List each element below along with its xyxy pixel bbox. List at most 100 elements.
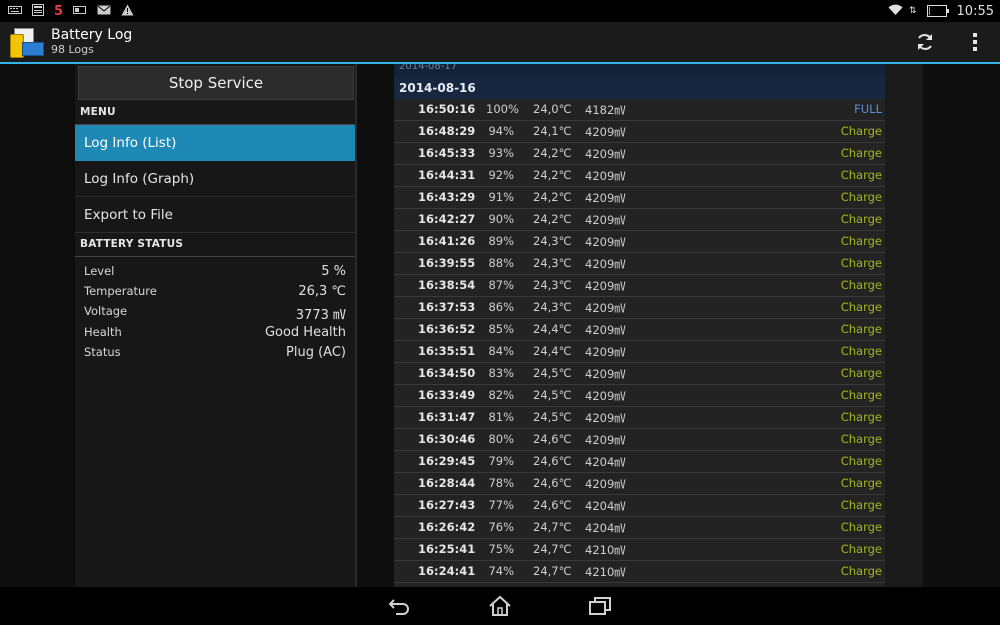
log-status: Charge — [840, 520, 882, 534]
log-row[interactable]: 16:48:29 94% 24,1℃ 4209㎷ Charge — [394, 121, 885, 143]
navigation-bar — [0, 587, 1000, 625]
log-voltage: 4209㎷ — [585, 257, 626, 271]
log-row[interactable]: 16:33:49 82% 24,5℃ 4209㎷ Charge — [394, 385, 885, 407]
log-row[interactable]: 16:45:33 93% 24,2℃ 4209㎷ Charge — [394, 143, 885, 165]
menu-header: MENU — [75, 105, 355, 125]
log-row[interactable]: 16:36:52 85% 24,4℃ 4209㎷ Charge — [394, 319, 885, 341]
recent-apps-button[interactable] — [570, 587, 630, 625]
log-row[interactable]: 16:35:51 84% 24,4℃ 4209㎷ Charge — [394, 341, 885, 363]
log-percent: 90% — [488, 212, 514, 226]
status-row-health: Health Good Health — [84, 325, 346, 345]
log-row[interactable]: 16:38:54 87% 24,3℃ 4209㎷ Charge — [394, 275, 885, 297]
log-row[interactable]: 16:29:45 79% 24,6℃ 4204㎷ Charge — [394, 451, 885, 473]
log-list[interactable]: 2014-08-17 2014-08-16 16:50:16 100% 24,0℃ 4… — [394, 64, 885, 587]
home-icon — [489, 595, 511, 616]
log-row[interactable]: 16:24:41 74% 24,7℃ 4210㎷ Charge — [394, 561, 885, 583]
log-time: 16:33:49 — [418, 388, 476, 402]
stop-service-button[interactable]: Stop Service — [78, 66, 354, 100]
log-status: Charge — [840, 190, 882, 204]
wifi-icon — [888, 4, 903, 19]
log-percent: 85% — [488, 322, 514, 336]
log-voltage: 4209㎷ — [585, 213, 626, 227]
app-title: Battery Log — [51, 27, 133, 44]
log-temperature: 24,3℃ — [533, 256, 572, 270]
log-row[interactable]: 16:42:27 90% 24,2℃ 4209㎷ Charge — [394, 209, 885, 231]
log-percent: 74% — [488, 564, 514, 578]
log-status: Charge — [840, 344, 882, 358]
log-voltage: 4210㎷ — [585, 565, 626, 579]
log-voltage: 4182㎷ — [585, 103, 626, 117]
log-status: Charge — [840, 410, 882, 424]
log-temperature: 24,4℃ — [533, 344, 572, 358]
log-status: FULL — [854, 102, 882, 116]
log-row[interactable]: 16:28:44 78% 24,6℃ 4209㎷ Charge — [394, 473, 885, 495]
log-voltage: 4210㎷ — [585, 543, 626, 557]
status-label: Health — [84, 325, 122, 339]
log-time: 16:41:26 — [418, 234, 476, 248]
log-status: Charge — [840, 322, 882, 336]
status-label: Level — [84, 264, 115, 278]
status-row-level: Level 5 % — [84, 264, 346, 284]
log-row[interactable]: 16:27:43 77% 24,6℃ 4204㎷ Charge — [394, 495, 885, 517]
log-row[interactable]: 16:25:41 75% 24,7℃ 4210㎷ Charge — [394, 539, 885, 561]
log-time: 16:48:29 — [418, 124, 476, 138]
status-bar: 5 ⇅ 10:55 — [0, 0, 1000, 22]
log-row[interactable]: 16:37:53 86% 24,3℃ 4209㎷ Charge — [394, 297, 885, 319]
menu-item-log-info-graph[interactable]: Log Info (Graph) — [75, 161, 355, 197]
log-status: Charge — [840, 124, 882, 138]
log-temperature: 24,6℃ — [533, 476, 572, 490]
log-row[interactable]: 16:26:42 76% 24,7℃ 4204㎷ Charge — [394, 517, 885, 539]
battery-level-fill — [928, 7, 930, 15]
refresh-button[interactable] — [900, 22, 950, 62]
log-time: 16:28:44 — [418, 476, 476, 490]
log-percent: 92% — [488, 168, 514, 182]
log-time: 16:26:42 — [418, 520, 476, 534]
status-label: Temperature — [84, 284, 157, 298]
date-header: 2014-08-16 — [394, 77, 885, 99]
log-temperature: 24,5℃ — [533, 388, 572, 402]
log-row[interactable]: 16:31:47 81% 24,5℃ 4209㎷ Charge — [394, 407, 885, 429]
log-voltage: 4209㎷ — [585, 125, 626, 139]
battery-log-app-icon[interactable] — [10, 26, 44, 58]
log-status: Charge — [840, 234, 882, 248]
log-row[interactable]: 16:39:55 88% 24,3℃ 4209㎷ Charge — [394, 253, 885, 275]
log-percent: 89% — [488, 234, 514, 248]
log-status: Charge — [840, 300, 882, 314]
log-time: 16:35:51 — [418, 344, 476, 358]
log-row[interactable]: 16:34:50 83% 24,5℃ 4209㎷ Charge — [394, 363, 885, 385]
log-percent: 76% — [488, 520, 514, 534]
log-voltage: 4209㎷ — [585, 147, 626, 161]
log-temperature: 24,2℃ — [533, 190, 572, 204]
log-temperature: 24,5℃ — [533, 366, 572, 380]
menu-item-export-to-file[interactable]: Export to File — [75, 197, 355, 233]
log-time: 16:36:52 — [418, 322, 476, 336]
log-row[interactable]: 16:50:16 100% 24,0℃ 4182㎷ FULL — [394, 99, 885, 121]
log-status: Charge — [840, 168, 882, 182]
overflow-menu-button[interactable] — [950, 22, 1000, 62]
log-temperature: 24,2℃ — [533, 146, 572, 160]
warning-icon — [121, 4, 134, 19]
log-row[interactable]: 16:41:26 89% 24,3℃ 4209㎷ Charge — [394, 231, 885, 253]
back-icon — [388, 599, 409, 615]
log-voltage: 4209㎷ — [585, 389, 626, 403]
log-row[interactable]: 16:43:29 91% 24,2℃ 4209㎷ Charge — [394, 187, 885, 209]
email-icon — [97, 4, 111, 18]
log-panel: 2014-08-17 2014-08-16 16:50:16 100% 24,0℃ 4… — [357, 64, 1000, 587]
log-percent: 91% — [488, 190, 514, 204]
log-row[interactable]: 16:30:46 80% 24,6℃ 4209㎷ Charge — [394, 429, 885, 451]
log-time: 16:27:43 — [418, 498, 476, 512]
log-status: Charge — [840, 564, 882, 578]
log-voltage: 4209㎷ — [585, 411, 626, 425]
log-voltage: 4209㎷ — [585, 279, 626, 293]
log-voltage: 4209㎷ — [585, 477, 626, 491]
log-percent: 100% — [486, 102, 519, 116]
log-temperature: 24,3℃ — [533, 300, 572, 314]
log-percent: 83% — [488, 366, 514, 380]
log-temperature: 24,6℃ — [533, 454, 572, 468]
log-voltage: 4204㎷ — [585, 455, 626, 469]
home-button[interactable] — [470, 587, 530, 625]
menu-item-log-info-list[interactable]: Log Info (List) — [75, 125, 355, 161]
overflow-menu-icon — [973, 33, 977, 37]
log-row[interactable]: 16:44:31 92% 24,2℃ 4209㎷ Charge — [394, 165, 885, 187]
back-button[interactable] — [370, 587, 430, 625]
